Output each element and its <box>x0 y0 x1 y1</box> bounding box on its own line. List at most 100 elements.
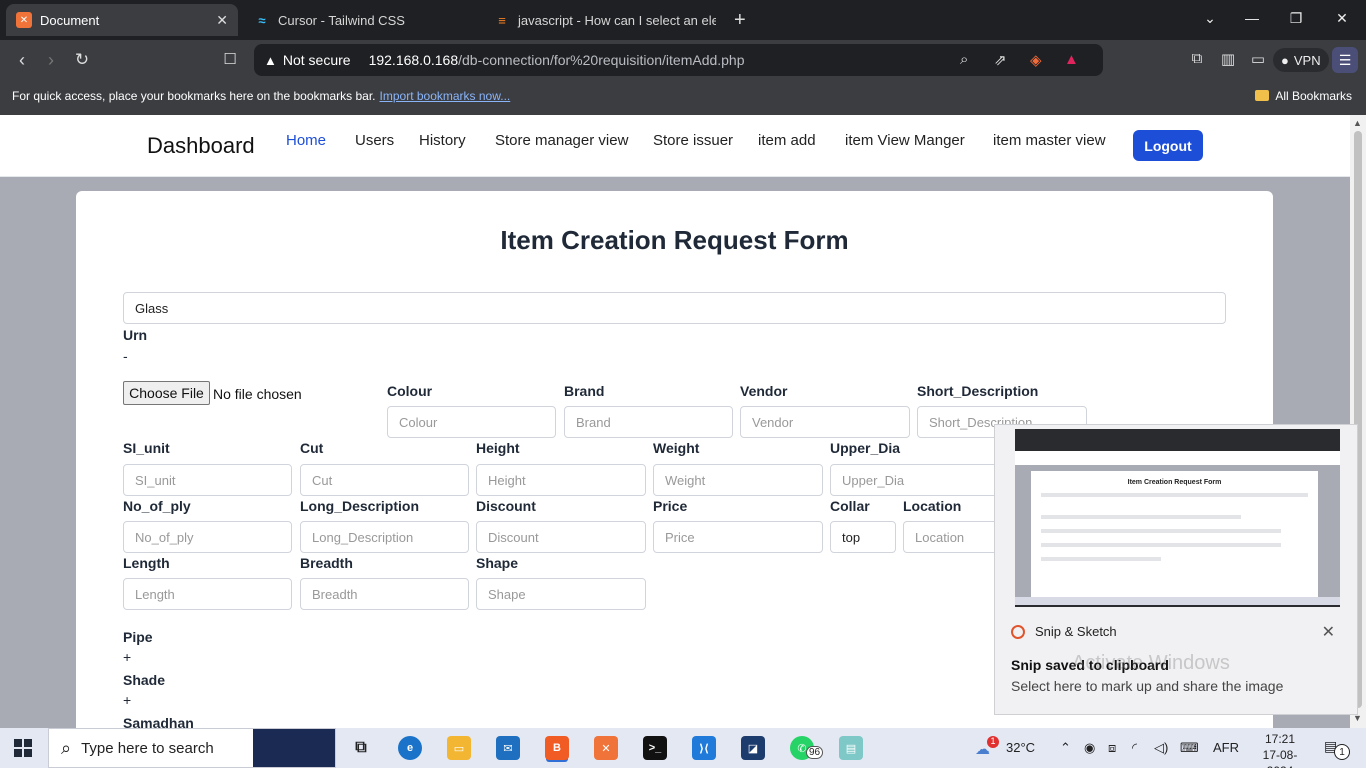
close-window-icon[interactable]: ✕ <box>1332 10 1352 27</box>
restore-icon[interactable]: ❐ <box>1286 10 1306 27</box>
scroll-up-icon[interactable]: ▲ <box>1353 118 1362 128</box>
search-placeholder: Type here to search <box>81 739 214 757</box>
brave-browser-icon[interactable]: B <box>545 736 569 760</box>
menu-icon[interactable]: ☰ <box>1332 47 1358 73</box>
height-input[interactable]: Height <box>476 464 646 496</box>
taskbar-search[interactable]: ⌕ Type here to search <box>48 728 336 768</box>
close-icon[interactable]: ✕ <box>1322 622 1335 642</box>
colour-label: Colour <box>387 383 433 399</box>
nav-store-manager-view[interactable]: Store manager view <box>495 132 628 149</box>
windows-taskbar: ⌕ Type here to search ⧉ e ▭ ✉ B ✕ >_ ⟩⟨ … <box>0 728 1366 768</box>
discount-input[interactable]: Discount <box>476 521 646 553</box>
si-unit-input[interactable]: SI_unit <box>123 464 292 496</box>
choose-file-button[interactable]: Choose File <box>123 381 210 405</box>
shape-input[interactable]: Shape <box>476 578 646 610</box>
cut-input[interactable]: Cut <box>300 464 469 496</box>
keyboard-icon[interactable]: ⌨ <box>1180 740 1199 756</box>
terminal-icon[interactable]: >_ <box>643 736 667 760</box>
edge-icon[interactable]: e <box>398 736 422 760</box>
notification-app: Snip & Sketch <box>1011 624 1117 639</box>
nav-history[interactable]: History <box>419 132 466 149</box>
chevron-up-icon[interactable]: ⌃ <box>1060 740 1071 756</box>
brand-input[interactable]: Brand <box>564 406 733 438</box>
nav-home[interactable]: Home <box>286 132 326 149</box>
no-of-ply-input[interactable]: No_of_ply <box>123 521 292 553</box>
mail-icon[interactable]: ✉ <box>496 736 520 760</box>
url-path: /db-connection/for%20requisition/itemAdd… <box>458 52 745 68</box>
language-indicator[interactable]: AFR <box>1213 740 1239 755</box>
new-tab-button[interactable]: + <box>724 4 752 36</box>
discount-label: Discount <box>476 498 536 514</box>
nav-store-issuer[interactable]: Store issuer <box>653 132 733 149</box>
nav-users[interactable]: Users <box>355 132 394 149</box>
shape-label: Shape <box>476 555 519 571</box>
stackoverflow-icon: ≡ <box>498 12 506 28</box>
length-input[interactable]: Length <box>123 578 292 610</box>
upper-dia-input[interactable]: Upper_Dia <box>830 464 1000 496</box>
tab-document[interactable]: ✕ Document ✕ <box>6 4 238 36</box>
app-icon[interactable]: ▤ <box>839 736 863 760</box>
nav-item-master-view[interactable]: item master view <box>993 132 1106 149</box>
brave-rewards-icon[interactable]: ▲ <box>1064 51 1079 68</box>
vpn-button[interactable]: ● VPN <box>1273 48 1329 72</box>
notification-body[interactable]: Select here to mark up and share the ima… <box>1011 678 1283 694</box>
long-description-label: Long_Description <box>300 498 420 514</box>
tab-stackoverflow[interactable]: ≡ javascript - How can I select an elem <box>484 4 716 36</box>
category-select[interactable]: Glass <box>123 292 1226 324</box>
tab-tailwind[interactable]: ≈ Cursor - Tailwind CSS <box>244 4 472 36</box>
zoom-icon[interactable]: ⌕ <box>960 51 968 68</box>
breadth-input[interactable]: Breadth <box>300 578 469 610</box>
file-explorer-icon[interactable]: ▭ <box>447 736 471 760</box>
nav-item-view-manager[interactable]: item View Manger <box>845 132 965 149</box>
short-description-label: Short_Description <box>917 383 1039 399</box>
chevron-down-icon[interactable]: ⌄ <box>1200 10 1220 27</box>
xampp-icon[interactable]: ✕ <box>594 736 618 760</box>
forward-icon[interactable]: › <box>41 50 61 71</box>
windows-start-icon[interactable] <box>14 739 32 757</box>
address-toolbar: ‹ › ↻ ☐ ▲ Not secure 192.168.0.168/db-co… <box>0 40 1366 80</box>
snip-thumbnail[interactable]: Item Creation Request Form <box>1015 429 1340 607</box>
location-input[interactable]: Location <box>903 521 1003 553</box>
temperature[interactable]: 32°C <box>1006 740 1035 755</box>
breadth-label: Breadth <box>300 555 353 571</box>
back-icon[interactable]: ‹ <box>12 50 32 71</box>
address-bar[interactable]: ▲ Not secure 192.168.0.168/db-connection… <box>254 44 1103 76</box>
bookmark-icon[interactable]: ☐ <box>220 50 240 68</box>
import-bookmarks-link[interactable]: Import bookmarks now... <box>380 89 511 103</box>
no-of-ply-label: No_of_ply <box>123 498 191 514</box>
wallet-icon[interactable]: ▭ <box>1248 50 1268 68</box>
brave-shield-icon[interactable]: ◈ <box>1030 51 1042 69</box>
pipe-expand-toggle[interactable]: + <box>123 649 131 665</box>
share-icon[interactable]: ⇗ <box>994 51 1007 69</box>
logout-button[interactable]: Logout <box>1133 130 1203 161</box>
brand-title[interactable]: Dashboard <box>147 133 255 159</box>
price-input[interactable]: Price <box>653 521 823 553</box>
xampp-icon: ✕ <box>16 12 32 28</box>
extensions-icon[interactable]: ⧉ <box>1187 50 1207 67</box>
long-description-input[interactable]: Long_Description <box>300 521 469 553</box>
shade-expand-toggle[interactable]: + <box>123 692 131 708</box>
close-icon[interactable]: ✕ <box>216 12 228 29</box>
volume-icon[interactable]: ◁) <box>1154 740 1168 756</box>
weight-input[interactable]: Weight <box>653 464 823 496</box>
ssms-icon[interactable]: ◪ <box>741 736 765 760</box>
vscode-icon[interactable]: ⟩⟨ <box>692 736 716 760</box>
thumbnail-line <box>1041 529 1281 533</box>
tab-title: Cursor - Tailwind CSS <box>278 12 405 28</box>
sidebar-icon[interactable]: ▥ <box>1218 50 1238 68</box>
all-bookmarks-button[interactable]: All Bookmarks <box>1255 89 1352 103</box>
nav-item-add[interactable]: item add <box>758 132 816 149</box>
vendor-input[interactable]: Vendor <box>740 406 910 438</box>
all-bookmarks-label: All Bookmarks <box>1275 89 1352 103</box>
taskbar-clock[interactable]: 17:21 17-08-2024 <box>1250 731 1310 768</box>
action-center-icon[interactable]: ▤ 1 <box>1324 738 1350 760</box>
camera-icon[interactable]: ◉ <box>1084 740 1095 756</box>
colour-input[interactable]: Colour <box>387 406 556 438</box>
minimize-icon[interactable]: — <box>1242 10 1262 26</box>
task-view-icon[interactable]: ⧉ <box>349 736 373 760</box>
collar-select[interactable]: top <box>830 521 896 553</box>
wifi-icon[interactable]: ◜ <box>1132 740 1137 756</box>
reload-icon[interactable]: ↻ <box>72 50 92 70</box>
network-share-icon[interactable]: ⧈ <box>1108 740 1116 756</box>
clock-date: 17-08-2024 <box>1262 748 1298 768</box>
